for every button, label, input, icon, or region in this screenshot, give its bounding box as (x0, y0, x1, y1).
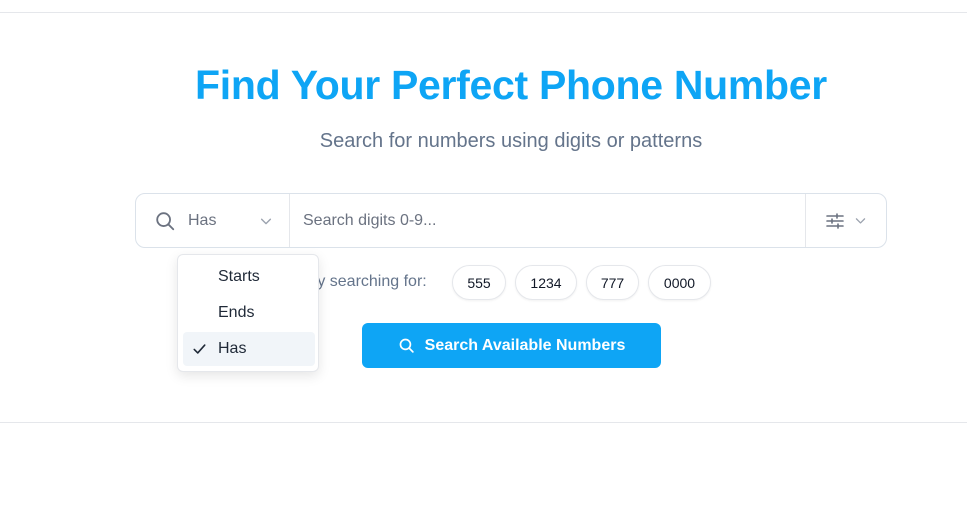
dropdown-option-label: Ends (218, 304, 255, 321)
dropdown-option-ends[interactable]: Ends (183, 296, 315, 330)
search-numbers-button[interactable]: Search Available Numbers (362, 323, 661, 368)
digits-search-input[interactable] (290, 194, 805, 247)
dropdown-option-has[interactable]: Has (183, 332, 315, 366)
suggestion-chip[interactable]: 555 (452, 265, 506, 300)
dropdown-option-starts[interactable]: Starts (183, 260, 315, 294)
check-icon (193, 344, 206, 354)
suggestion-chip[interactable]: 0000 (648, 265, 711, 300)
search-icon (156, 211, 175, 230)
bottom-divider (0, 422, 967, 423)
sliders-icon (825, 212, 844, 229)
chevron-down-icon (260, 218, 272, 224)
page-title: Find Your Perfect Phone Number (195, 62, 827, 108)
dropdown-option-label: Starts (218, 268, 260, 285)
page-subtitle: Search for numbers using digits or patte… (319, 130, 703, 152)
chevron-down-icon (855, 218, 865, 224)
search-bar: Has (135, 193, 887, 248)
suggestion-chip[interactable]: 777 (586, 265, 639, 300)
search-numbers-button-label: Search Available Numbers (424, 336, 626, 354)
mode-select[interactable]: Has (136, 194, 290, 247)
suggestions-label: ry searching for: (312, 273, 427, 290)
mode-dropdown-menu: Starts Ends Has (177, 254, 319, 372)
mode-select-label: Has (188, 211, 217, 229)
filters-button[interactable] (805, 194, 886, 247)
top-divider (0, 12, 967, 13)
suggestion-chip[interactable]: 1234 (515, 265, 577, 300)
search-icon (399, 338, 414, 353)
dropdown-option-label: Has (218, 340, 247, 357)
